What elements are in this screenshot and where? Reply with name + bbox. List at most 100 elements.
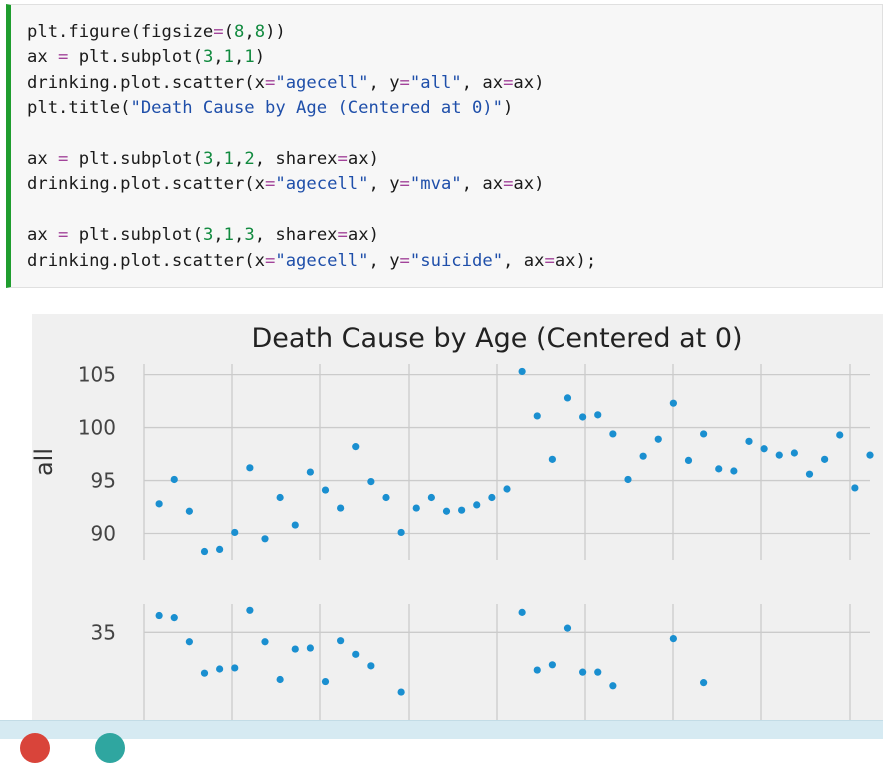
code-line: plt.title("Death Cause by Age (Centered … — [27, 96, 882, 121]
scatter-point — [594, 668, 602, 676]
code-token: , y — [368, 72, 400, 93]
code-token: ax — [27, 225, 59, 246]
code-token: , — [234, 225, 245, 246]
code-token: "agecell" — [275, 174, 369, 195]
y-axis-label: all — [32, 448, 58, 476]
scatter-point — [170, 475, 178, 484]
scatter-point — [352, 650, 360, 658]
code-token: , y — [368, 174, 400, 195]
code-line: drinking.plot.scatter(x="agecell", y="mv… — [27, 172, 882, 197]
code-token: 1 — [244, 47, 255, 68]
scatter-point — [367, 662, 375, 670]
scatter-point — [185, 507, 193, 515]
code-token: plt.subplot( — [68, 225, 203, 246]
scatter-point — [427, 493, 435, 502]
scatter-point — [442, 507, 451, 515]
code-token: "Death Cause by Age (Centered at 0)" — [130, 98, 504, 119]
code-token: "agecell" — [275, 72, 369, 93]
code-line: drinking.plot.scatter(x="agecell", y="su… — [27, 249, 882, 274]
code-token: 3 — [202, 47, 214, 68]
scatter-point — [563, 624, 572, 632]
y-tick-label: 95 — [91, 469, 116, 493]
code-token: , — [244, 22, 255, 42]
code-line: drinking.plot.scatter(x="agecell", y="al… — [27, 71, 882, 96]
code-token: ax) — [513, 72, 545, 93]
scatter-point — [458, 506, 466, 514]
scatter-point — [836, 431, 844, 439]
code-token: plt.subplot( — [68, 148, 203, 169]
code-token: = — [503, 72, 514, 93]
code-token: , — [234, 47, 245, 68]
code-token: 3 — [244, 225, 255, 246]
scatter-point — [669, 634, 677, 643]
code-token: drinking.plot.scatter(x — [27, 250, 265, 271]
scatter-point — [579, 668, 587, 676]
scatter-point — [382, 493, 390, 502]
y-tick-label: 35 — [91, 620, 116, 644]
code-token: 1 — [223, 47, 235, 68]
code-token: , sharex — [254, 148, 338, 169]
scatter-point — [321, 486, 330, 494]
code-token: , sharex — [254, 225, 338, 246]
code-token: "suicide" — [409, 250, 504, 271]
scatter-point — [337, 504, 345, 512]
code-token: = — [399, 174, 410, 195]
code-line: ax = plt.subplot(3,1,2, sharex=ax) — [27, 147, 882, 172]
scatter-point — [306, 468, 314, 476]
code-token: ax) — [347, 148, 379, 169]
scatter-point — [246, 464, 254, 472]
subplot-mva: 35mva — [91, 604, 870, 720]
scatter-point — [231, 664, 239, 672]
code-token: "mva" — [409, 174, 462, 195]
scatter-point — [654, 435, 662, 443]
scatter-point — [700, 679, 708, 687]
code-token: drinking.plot.scatter(x — [27, 174, 265, 195]
scatter-point — [503, 485, 511, 493]
code-token: 3 — [202, 225, 214, 246]
code-token: = — [399, 250, 410, 271]
y-tick-label: 90 — [91, 522, 116, 546]
code-token: , ax — [503, 250, 545, 271]
scatter-point — [700, 430, 708, 438]
scatter-point — [669, 399, 677, 407]
code-token: ax — [27, 148, 59, 169]
scatter-point — [684, 456, 693, 465]
scatter-point — [276, 493, 284, 502]
scatter-point — [185, 638, 193, 646]
scatter-point — [261, 638, 269, 646]
plot-output: 90 95 100 105 all 35mva Death Cause by Age (Ce… — [32, 314, 883, 738]
y-tick-label: 105 — [78, 363, 116, 387]
scatter-point — [715, 465, 723, 473]
code-token: ax — [27, 47, 59, 68]
scatter-point — [337, 637, 345, 645]
code-line: plt.figure(figsize=(8,8)) — [27, 20, 882, 45]
code-token: , — [213, 225, 224, 246]
code-cell[interactable]: plt.figure(figsize=(8,8)) ax = plt.subplo… — [6, 4, 883, 288]
scatter-point — [231, 528, 239, 537]
scatter-point — [170, 614, 178, 622]
scatter-point — [775, 451, 783, 459]
scatter-point — [639, 452, 647, 460]
code-token: = — [337, 225, 348, 246]
code-token: = — [503, 174, 514, 195]
code-editor[interactable]: plt.figure(figsize=(8,8)) ax = plt.subplo… — [11, 5, 882, 274]
code-token: 3 — [202, 148, 214, 169]
scatter-point — [548, 661, 556, 669]
scatter-point — [200, 669, 209, 677]
scatter-point — [352, 443, 360, 451]
scatter-point — [246, 606, 254, 614]
scatter-point — [609, 682, 617, 690]
scatter-point — [216, 665, 224, 673]
scatter-point — [397, 688, 405, 696]
scatter-point — [533, 666, 541, 674]
code-token: plt.figure(figsize — [27, 22, 214, 42]
code-token: 8 — [233, 22, 245, 42]
code-token: = — [265, 250, 276, 271]
code-token: ( — [223, 22, 234, 42]
scatter-point — [518, 367, 526, 376]
scatter-point — [291, 645, 299, 653]
scatter-point — [790, 449, 798, 457]
scatter-point — [533, 412, 541, 420]
scatter-point — [155, 500, 163, 508]
scatter-point — [276, 675, 284, 684]
